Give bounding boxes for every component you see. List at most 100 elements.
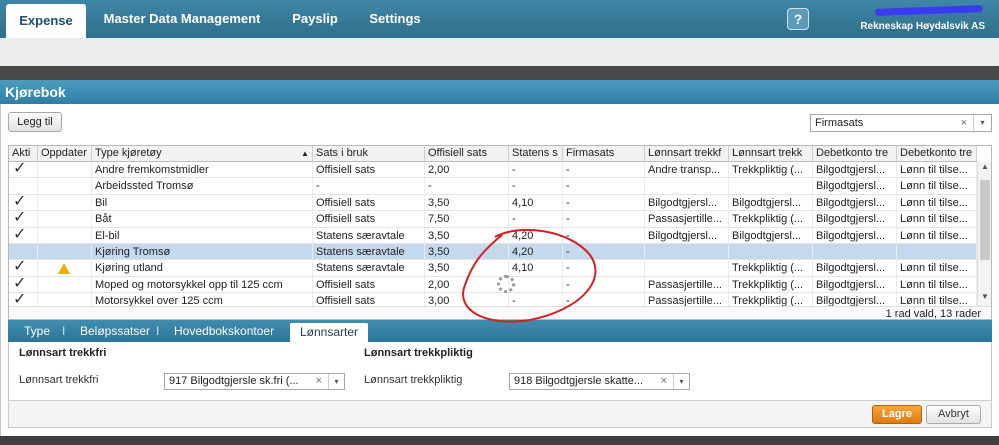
- cell-d1: Bilgodtgjersl...: [813, 227, 897, 244]
- cell-d1: Bilgodtgjersl...: [813, 162, 897, 178]
- chevron-down-icon[interactable]: ▾: [328, 374, 344, 389]
- active-checkmark-icon: ✓: [9, 194, 38, 211]
- cell-lt: [729, 178, 813, 195]
- column-header[interactable]: Akti: [9, 146, 38, 162]
- red-circle-annotation: [462, 228, 597, 323]
- cell-sats: Offisiell sats: [313, 276, 425, 293]
- cell-type: Båt: [92, 211, 313, 228]
- update-cell: [38, 227, 92, 244]
- column-header[interactable]: Offisiell sats: [425, 146, 509, 162]
- label-trekkfri: Lønnsart trekkfri: [19, 374, 99, 386]
- cell-lt: Trekkpliktig (...: [729, 162, 813, 178]
- column-header[interactable]: Type kjøretøy: [92, 146, 313, 162]
- cell-firma: -: [563, 194, 645, 211]
- cell-off: 3,50: [425, 194, 509, 211]
- cell-d1: Bilgodtgjersl...: [813, 178, 897, 195]
- cancel-button[interactable]: Avbryt: [926, 405, 981, 424]
- cell-sats: -: [313, 178, 425, 195]
- detail-panel: Lønnsart trekkfri Lønnsart trekkfri 917 …: [8, 342, 992, 400]
- clear-icon[interactable]: ×: [661, 374, 667, 389]
- tab-lonnsarter[interactable]: Lønnsarter: [290, 323, 369, 342]
- redacted-user-name: [874, 5, 984, 16]
- cell-d2: Lønn til tilse...: [897, 260, 977, 277]
- cell-off: -: [425, 178, 509, 195]
- sort-ascending-icon[interactable]: ▲: [301, 149, 309, 158]
- clear-icon[interactable]: ×: [961, 115, 967, 131]
- table-row[interactable]: Arbeidssted Tromsø - - - - Bilgodtgjersl... Lø…: [9, 178, 977, 195]
- nav-tab-expense[interactable]: Expense: [6, 4, 86, 38]
- column-header[interactable]: Sats i bruk: [313, 146, 425, 162]
- update-cell: [38, 162, 92, 178]
- update-cell: [38, 276, 92, 293]
- column-header[interactable]: Debetkonto tre: [813, 146, 897, 162]
- cell-stat: -: [509, 162, 563, 178]
- nav-tab-settings[interactable]: Settings: [358, 0, 432, 38]
- chevron-down-icon[interactable]: ▾: [973, 115, 991, 131]
- cell-stat: -: [509, 178, 563, 195]
- active-checkmark-icon: ✓: [9, 276, 38, 293]
- column-header[interactable]: Lønnsart trekkf: [645, 146, 729, 162]
- annotation-stroke: [462, 228, 597, 323]
- section-title-trekkpliktig: Lønnsart trekkpliktig: [364, 347, 473, 359]
- cell-d2: Lønn til tilse...: [897, 194, 977, 211]
- cell-lt: Bilgodtgjersl...: [729, 194, 813, 211]
- cell-lt: Bilgodtgjersl...: [729, 227, 813, 244]
- section-title-trekkfri: Lønnsart trekkfri: [19, 347, 107, 359]
- table-row[interactable]: ✓ Bil Offisiell sats 3,50 4,10- Bilgodtgjersl…: [9, 194, 977, 212]
- label-trekkpliktig: Lønnsart trekkpliktig: [364, 374, 463, 386]
- scroll-up-icon[interactable]: ▲: [978, 162, 991, 176]
- loading-spinner-icon: [497, 275, 515, 293]
- cell-lf: [645, 178, 729, 195]
- bottom-strip: [0, 436, 999, 445]
- active-checkmark-icon: [9, 178, 38, 195]
- trekkpliktig-select[interactable]: 918 Bilgodtgjersle skatte... × ▾: [509, 373, 690, 390]
- cell-sats: Offisiell sats: [313, 162, 425, 178]
- nav-tab-payslip[interactable]: Payslip: [280, 0, 350, 38]
- add-button[interactable]: Legg til: [8, 112, 62, 132]
- active-checkmark-icon: ✓: [9, 260, 38, 277]
- cell-lf: Passasjertille...: [645, 211, 729, 228]
- scroll-down-icon[interactable]: ▼: [978, 292, 991, 306]
- cell-lt: Trekkpliktig (...: [729, 276, 813, 293]
- divider-strip: [0, 66, 999, 80]
- cell-d2: Lønn til tilse...: [897, 162, 977, 178]
- cell-lf: [645, 244, 729, 260]
- clear-icon[interactable]: ×: [316, 374, 322, 389]
- cell-type: Arbeidssted Tromsø: [92, 178, 313, 195]
- tab-hovedbokskontoer[interactable]: Hovedbokskontoer: [174, 320, 274, 342]
- update-cell: [38, 178, 92, 195]
- save-button[interactable]: Lagre: [872, 405, 922, 424]
- cell-stat: 4,10: [509, 194, 563, 211]
- vertical-scrollbar[interactable]: ▲ ▼: [977, 162, 991, 306]
- column-header[interactable]: Debetkonto tre: [897, 146, 977, 162]
- tab-type[interactable]: Type: [24, 320, 50, 342]
- company-name[interactable]: Rekneskap Høydalsvik AS: [860, 21, 985, 32]
- rate-filter-select[interactable]: Firmasats × ▾: [810, 114, 992, 132]
- cell-sats: Offisiell sats: [313, 211, 425, 228]
- cell-type: Kjøring Tromsø: [92, 244, 313, 260]
- tab-belopssatser[interactable]: Beløpssatser: [80, 320, 150, 342]
- scroll-thumb[interactable]: [980, 180, 990, 260]
- cell-firma: -: [563, 178, 645, 195]
- trekkfri-select[interactable]: 917 Bilgodtgjersle sk.fri (... × ▾: [164, 373, 345, 390]
- cell-type: Andre fremkomstmidler: [92, 162, 313, 178]
- table-row[interactable]: ✓ Andre fremkomstmidler Offisiell sats 2,00…: [9, 162, 977, 179]
- cell-sats: Statens særavtale: [313, 260, 425, 277]
- update-cell: [38, 194, 92, 211]
- column-header[interactable]: Oppdater: [38, 146, 92, 162]
- cell-d2: [897, 244, 977, 260]
- nav-tab-master-data[interactable]: Master Data Management: [92, 0, 272, 38]
- column-header[interactable]: Statens s: [509, 146, 563, 162]
- panel-title: Kjørebok: [0, 80, 999, 104]
- column-header[interactable]: Firmasats: [563, 146, 645, 162]
- cell-d2: Lønn til tilse...: [897, 227, 977, 244]
- cell-d1: Bilgodtgjersl...: [813, 211, 897, 228]
- warning-icon: [58, 263, 70, 275]
- column-header[interactable]: Lønnsart trekk: [729, 146, 813, 162]
- cell-type: Kjøring utland: [92, 260, 313, 277]
- cell-lf: Bilgodtgjersl...: [645, 194, 729, 211]
- chevron-down-icon[interactable]: ▾: [673, 374, 689, 389]
- toolbar-strip: [0, 38, 999, 66]
- cell-lf: Passasjertille...: [645, 276, 729, 293]
- help-button[interactable]: ?: [787, 8, 809, 30]
